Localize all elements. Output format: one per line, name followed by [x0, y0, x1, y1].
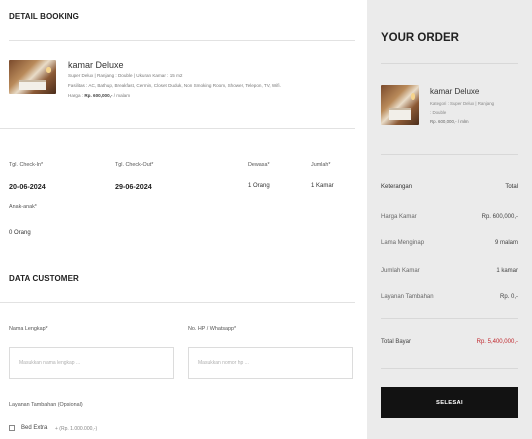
bed-extra-label[interactable]: Bed Extra: [21, 425, 47, 431]
phone-label: No. HP / Whatsapp*: [188, 326, 237, 332]
checkout-label: Tgl. Check-Out*: [115, 162, 154, 168]
room-facilities: Fasilitas : AC, Bathup, Breakfast, Cermi…: [68, 83, 281, 88]
order-summary-panel: YOUR ORDER kamar Deluxe Kategori : Super…: [367, 0, 532, 439]
your-order-title: YOUR ORDER: [381, 32, 459, 44]
name-input[interactable]: [10, 348, 173, 378]
bed-extra-checkbox[interactable]: [9, 425, 15, 431]
divider: [0, 302, 355, 303]
summary-head-label: Keterangan: [381, 184, 413, 190]
adults-value: 1 Orang: [248, 183, 270, 189]
checkin-value: 20-06-2024: [9, 182, 46, 191]
room-price-label: Harga :: [68, 93, 85, 98]
order-room-category: Kategori : Super Delux | Ranjang: [430, 101, 495, 106]
extra-service-row-label: Layanan Tambahan: [381, 294, 434, 300]
phone-input[interactable]: [189, 348, 352, 378]
bed-extra-price: + (Rp. 1.000.000,-): [55, 426, 98, 432]
room-count-row-label: Jumlah Kamar: [381, 268, 420, 274]
finish-button[interactable]: SELESAI: [381, 387, 518, 418]
order-room-image: [381, 85, 419, 125]
room-price: Harga : Rp. 600,000,- / malam: [68, 93, 130, 99]
order-room-bed: : Double: [430, 110, 447, 115]
room-price-unit: / malam: [112, 93, 131, 98]
divider: [381, 318, 518, 319]
divider: [9, 40, 355, 41]
room-price-row-label: Harga Kamar: [381, 214, 417, 220]
order-room-name: kamar Deluxe: [430, 87, 480, 96]
extra-service-label: Layanan Tambahan (Opsional): [9, 402, 83, 408]
booking-detail-panel: DETAIL BOOKING kamar Deluxe Super Delux …: [0, 0, 355, 439]
room-image: [9, 60, 56, 94]
name-field[interactable]: [9, 347, 174, 379]
detail-booking-title: DETAIL BOOKING: [9, 12, 79, 21]
room-name: kamar Deluxe: [68, 60, 124, 70]
divider: [381, 63, 518, 64]
room-price-row-value: Rp. 600,000,-: [481, 214, 518, 220]
data-customer-title: DATA CUSTOMER: [9, 274, 79, 283]
divider: [381, 154, 518, 155]
children-value: 0 Orang: [9, 230, 31, 236]
stay-length-row-label: Lama Menginap: [381, 240, 425, 246]
order-room-price: Rp. 600,000,- / mlm: [430, 119, 469, 124]
children-label: Anak-anak*: [9, 204, 37, 210]
total-label: Total Bayar: [381, 339, 412, 345]
extra-service-row-value: Rp. 0,-: [499, 294, 518, 300]
rooms-count-label: Jumlah*: [311, 162, 331, 168]
phone-field[interactable]: [188, 347, 353, 379]
name-label: Nama Lengkap*: [9, 326, 48, 332]
divider: [0, 128, 355, 129]
adults-label: Dewasa*: [248, 162, 270, 168]
room-spec: Super Delux | Ranjang : Double | Ukuran …: [68, 73, 183, 78]
total-value: Rp. 5,400,000,-: [476, 339, 518, 345]
checkin-label: Tgl. Check-In*: [9, 162, 44, 168]
stay-length-row-value: 9 malam: [494, 240, 518, 246]
divider: [381, 368, 518, 369]
rooms-count-value: 1 Kamar: [311, 183, 334, 189]
checkout-value: 29-06-2024: [115, 182, 152, 191]
room-price-value: Rp. 600,000,-: [84, 93, 113, 98]
summary-head-value: Total: [505, 184, 518, 190]
room-count-row-value: 1 kamar: [496, 268, 518, 274]
